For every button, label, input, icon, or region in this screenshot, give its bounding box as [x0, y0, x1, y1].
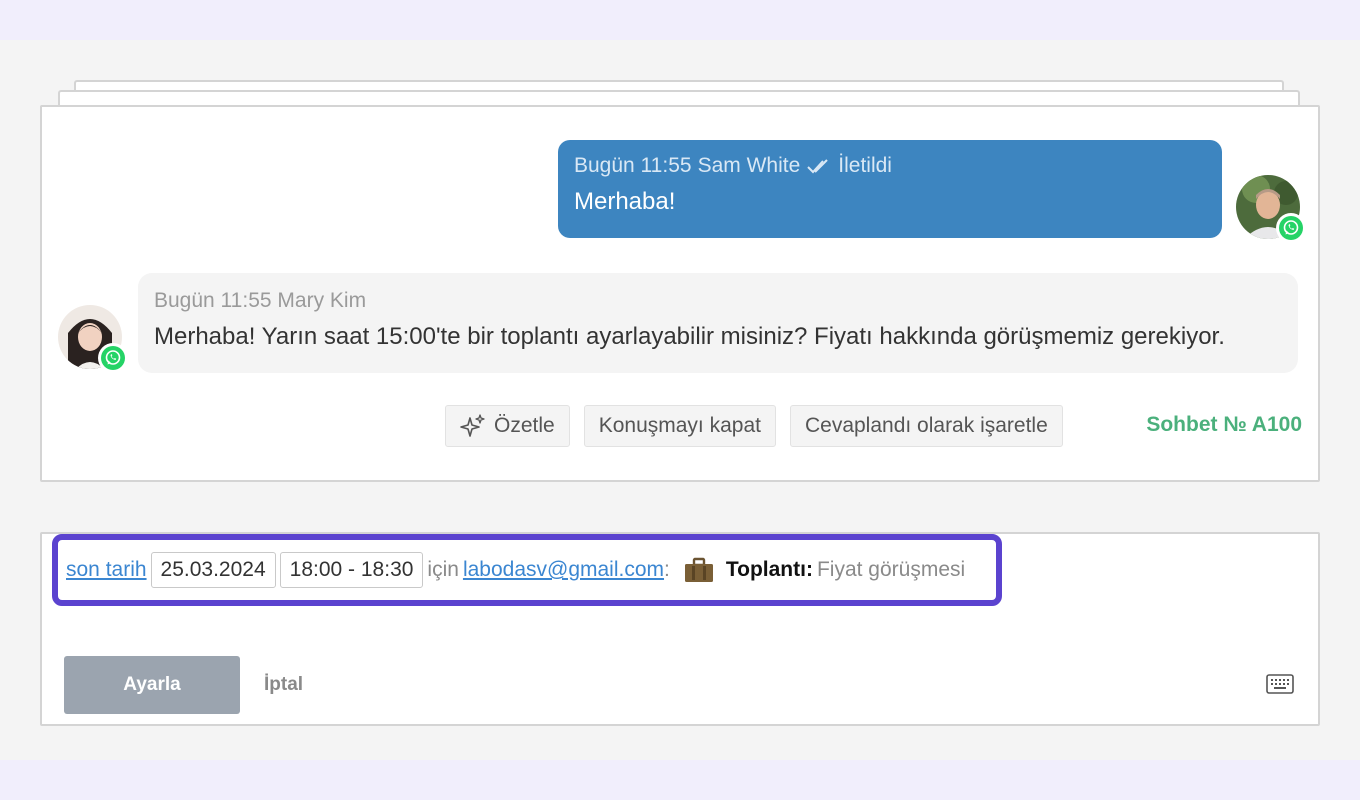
task-type-label: Toplantı:	[725, 558, 813, 581]
chat-number: Sohbet № A100	[1146, 413, 1302, 436]
task-subject-input[interactable]: Fiyat görüşmesi	[817, 558, 965, 582]
avatar-sam-white[interactable]	[1236, 175, 1306, 243]
message-author: Sam White	[697, 154, 801, 177]
message-time: Bugün 11:55	[154, 289, 272, 312]
outgoing-message: Bugün 11:55 Sam White İletildi Merhaba!	[558, 140, 1222, 238]
double-check-icon	[807, 159, 828, 174]
message-meta: Bugün 11:55 Mary Kim	[154, 289, 1282, 313]
message-text: Merhaba! Yarın saat 15:00'te bir toplant…	[154, 323, 1225, 350]
whatsapp-icon	[98, 343, 128, 373]
close-conversation-button[interactable]: Konuşmayı kapat	[583, 405, 776, 447]
colon-separator: :	[664, 558, 670, 581]
chat-panel: Bugün 11:55 Sam White İletildi Merhaba!	[40, 105, 1320, 482]
message-meta: Bugün 11:55 Sam White İletildi	[574, 154, 1206, 178]
task-line: son tarih 25.03.2024 18:00 - 18:30 için …	[52, 534, 1002, 606]
close-conversation-label: Konuşmayı kapat	[598, 414, 761, 437]
message-time: Bugün 11:55	[574, 154, 692, 177]
deadline-link[interactable]: son tarih	[66, 558, 147, 582]
sparkles-icon	[460, 414, 485, 437]
message-text: Merhaba!	[574, 188, 676, 215]
set-button[interactable]: Ayarla	[64, 656, 240, 714]
mark-answered-button[interactable]: Cevaplandı olarak işaretle	[789, 405, 1063, 447]
keyboard-icon[interactable]	[1266, 672, 1294, 696]
summarize-label: Özetle	[494, 414, 555, 437]
mark-answered-label: Cevaplandı olarak işaretle	[804, 414, 1048, 437]
email-link[interactable]: labodasv@gmail.com	[463, 558, 664, 581]
message-actions: Özetle Konuşmayı kapat Cevaplandı olarak…	[445, 405, 1063, 447]
delivery-status: İletildi	[838, 154, 892, 177]
message-author: Mary Kim	[277, 289, 367, 312]
date-field[interactable]: 25.03.2024	[150, 552, 276, 588]
time-range-field[interactable]: 18:00 - 18:30	[279, 552, 424, 588]
task-composer: son tarih 25.03.2024 18:00 - 18:30 için …	[40, 532, 1320, 726]
briefcase-icon	[684, 557, 713, 582]
whatsapp-icon	[1276, 213, 1306, 243]
cancel-button[interactable]: İptal	[264, 674, 303, 696]
summarize-button[interactable]: Özetle	[445, 405, 570, 447]
incoming-message: Bugün 11:55 Mary Kim Merhaba! Yarın saat…	[138, 273, 1298, 373]
for-label: için	[427, 558, 459, 581]
avatar-mary-kim[interactable]	[58, 305, 128, 373]
